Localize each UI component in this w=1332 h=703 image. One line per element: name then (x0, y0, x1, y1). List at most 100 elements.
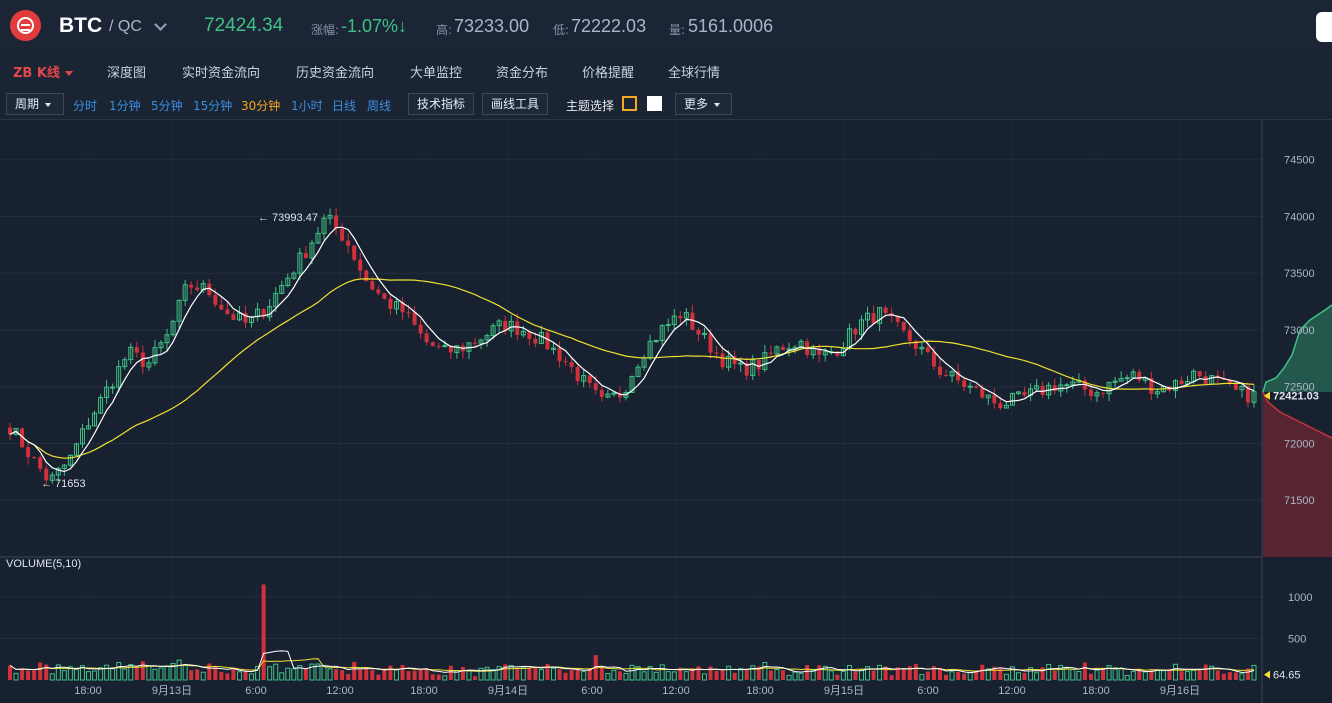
kline-chart[interactable]: 71500720007250073000735007400074500 5001… (0, 120, 1332, 703)
volume-bar (32, 670, 37, 680)
candle-body (358, 259, 363, 271)
volume-bar (364, 667, 369, 680)
price-tick-label: 74500 (1284, 155, 1315, 167)
time-tick-label: 9月14日 (488, 685, 528, 697)
period-day[interactable]: 日线 (332, 97, 356, 114)
candle-body (678, 316, 683, 319)
caret-down-icon (45, 102, 52, 107)
candle-body (768, 352, 773, 354)
theme-light-swatch[interactable] (647, 96, 662, 111)
volume-tick-label: 1000 (1288, 592, 1312, 604)
volume-bar (871, 670, 876, 680)
min-price-label: ← 71653 (41, 478, 86, 490)
volume-bar (340, 670, 345, 680)
candle-body (1040, 385, 1045, 395)
tab-realtime-flow[interactable]: 实时资金流向 (182, 62, 260, 81)
high-label: 高: (436, 23, 453, 37)
current-volume-label: 64.65 (1273, 670, 1301, 682)
candle-body (38, 457, 43, 469)
volume-bar (817, 665, 822, 680)
candle-body (376, 289, 381, 294)
candle-body (1179, 380, 1184, 385)
volume-bar (412, 670, 417, 680)
volume-value: 5161.0006 (688, 16, 774, 36)
volume-bar (140, 661, 145, 680)
indicators-button[interactable]: 技术指标 (408, 93, 475, 115)
pair-quote[interactable]: / QC (109, 18, 142, 36)
period-week[interactable]: 周线 (367, 97, 391, 114)
candle-body (696, 329, 701, 335)
volume-bar (207, 663, 212, 680)
candle-body (931, 351, 936, 367)
change-value: -1.07%↓ (341, 16, 408, 36)
candle-body (974, 386, 979, 388)
volume-bar (925, 671, 930, 680)
tab-fund-distribution[interactable]: 资金分布 (496, 62, 548, 81)
volume-bar (1215, 670, 1220, 680)
candle-body (370, 281, 375, 290)
period-dropdown[interactable]: 周期 (6, 93, 64, 115)
volume-bar (527, 667, 532, 680)
time-tick-label: 9月15日 (824, 685, 864, 697)
volume-bar (1203, 664, 1208, 680)
candle-body (1197, 371, 1202, 377)
candle-body (563, 361, 568, 363)
volume-bar (714, 670, 719, 680)
tab-global-market[interactable]: 全球行情 (668, 62, 720, 81)
volume-bar (1088, 673, 1093, 680)
current-price-marker: 72421.03 (1264, 391, 1319, 403)
volume-bar (1197, 668, 1202, 680)
candle-body (998, 403, 1003, 409)
volume-bar (20, 668, 25, 680)
tab-history-flow[interactable]: 历史资金流向 (296, 62, 374, 81)
period-30m[interactable]: 30分钟 (241, 97, 280, 114)
time-tick-label: 18:00 (74, 685, 102, 697)
candle-body (382, 293, 387, 299)
volume-bar (515, 668, 520, 680)
volume-bar (418, 668, 423, 680)
candle-body (967, 385, 973, 388)
volume-bar (8, 665, 12, 680)
period-15m[interactable]: 15分钟 (193, 97, 232, 114)
candle-body (1203, 376, 1208, 385)
time-tick-label: 12:00 (326, 685, 354, 697)
period-1m[interactable]: 1分钟 (109, 97, 141, 114)
more-dropdown[interactable]: 更多 (675, 93, 732, 115)
candle-body (557, 348, 562, 362)
volume-bar (376, 674, 381, 680)
candle-body (708, 333, 713, 353)
price-tick-label: 71500 (1284, 495, 1315, 507)
time-tick-label: 12:00 (662, 685, 690, 697)
candle-body (225, 309, 230, 315)
tab-zb-kline[interactable]: ZB K线 (13, 62, 73, 81)
volume-bar (732, 672, 737, 680)
volume-bar (805, 665, 810, 680)
volume-bar (134, 667, 139, 680)
candle-body (871, 313, 876, 324)
volume-bar (956, 671, 961, 680)
caret-down-icon (714, 102, 721, 107)
last-price: 72424.34 (204, 15, 284, 36)
candle-body (780, 346, 785, 350)
chevron-down-icon[interactable] (154, 18, 167, 31)
user-menu-button[interactable] (1316, 12, 1332, 42)
zb-logo-icon[interactable] (10, 10, 41, 41)
candle-body (134, 347, 139, 353)
candle-body (587, 375, 592, 384)
volume-bar (557, 669, 562, 680)
volume-bar (744, 669, 749, 680)
tab-depth[interactable]: 深度图 (107, 62, 146, 81)
volume-bar (1179, 671, 1184, 680)
tab-large-orders[interactable]: 大单监控 (410, 62, 462, 81)
candle-body (303, 253, 308, 259)
pair-base[interactable]: BTC (59, 14, 102, 38)
drawing-tools-button[interactable]: 画线工具 (482, 93, 549, 115)
volume-bar (472, 676, 477, 680)
period-1h[interactable]: 1小时 (291, 97, 323, 114)
theme-dark-swatch[interactable] (622, 96, 637, 111)
period-5m[interactable]: 5分钟 (151, 97, 183, 114)
volume-bar (901, 669, 906, 680)
tab-price-alert[interactable]: 价格提醒 (582, 62, 634, 81)
volume-bar (1052, 670, 1057, 680)
period-timeline[interactable]: 分时 (73, 97, 97, 114)
